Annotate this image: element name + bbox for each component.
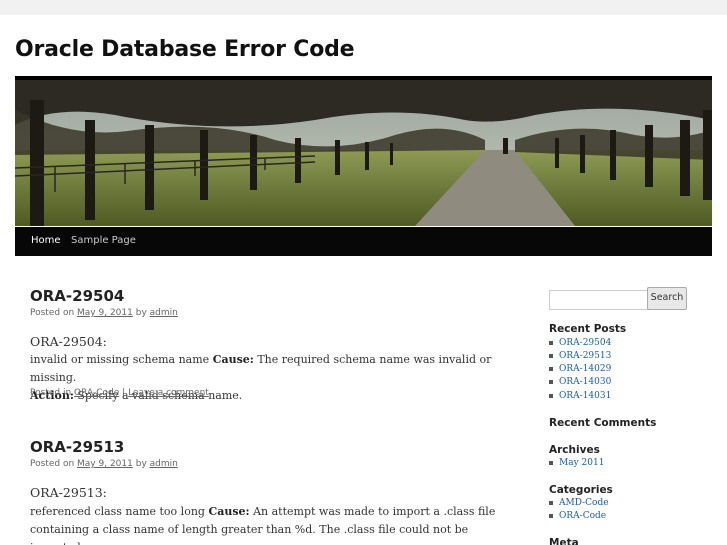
recent-posts-title: Recent Posts [549,323,627,335]
bullet-icon [549,460,553,465]
cause-text-cont: containing a class name of length greate… [30,523,469,545]
cause-label: Cause: [212,353,254,366]
error-text: invalid or missing schema name [30,353,210,366]
post-date-link[interactable]: May 9, 2011 [77,459,133,469]
header-banner-image [15,76,712,226]
by-label: by [135,459,147,469]
tree-lined-path-image [15,80,712,226]
bullet-icon [549,393,553,398]
category-link[interactable]: ORA-Code [559,511,606,521]
recent-comments-title: Recent Comments [549,417,657,429]
recent-post-link[interactable]: ORA-29513 [559,351,611,361]
author-link[interactable]: admin [150,459,178,469]
site-title[interactable]: Oracle Database Error Code [15,37,355,62]
archives-title: Archives [549,444,600,456]
posted-in-label: Posted in [30,388,72,398]
cause-text: An attempt was made to import a .class f… [253,505,496,518]
post-content: referenced class name too long Cause: An… [30,503,500,545]
bullet-icon [549,379,553,384]
cause-label: Cause: [208,505,250,518]
bullet-icon [549,366,553,371]
error-text: referenced class name too long [30,505,205,518]
recent-post-link[interactable]: ORA-14030 [559,377,611,387]
list-item: ORA-14031 [549,391,611,401]
by-label: by [135,308,147,318]
category-link[interactable]: ORA-Code [74,388,119,398]
recent-post-link[interactable]: ORA-14029 [559,364,611,374]
categories-title: Categories [549,484,613,496]
meta-separator: | [122,388,126,398]
post-footer-meta: Posted in ORA-Code | Leave a comment [30,388,209,398]
post-date-link[interactable]: May 9, 2011 [77,308,133,318]
author-link[interactable]: admin [150,308,178,318]
nav-home[interactable]: Home [31,235,61,246]
main-navigation: Home Sample Page [15,227,712,256]
list-item: AMD-Code [549,498,609,508]
leave-comment-link[interactable]: Leave a comment [128,388,209,398]
recent-post-link[interactable]: ORA-14031 [559,391,611,401]
list-item: ORA-29504 [549,338,611,348]
meta-title: Meta [549,537,579,545]
post-meta: Posted on May 9, 2011 by admin [30,459,178,469]
page: Oracle Database Error Code Home Sample P… [0,15,727,545]
list-item: May 2011 [549,458,604,468]
posted-on-label: Posted on [30,459,75,469]
search-input[interactable] [549,290,649,310]
search-button[interactable]: Search [647,287,687,310]
error-code: ORA-29513: [30,485,107,500]
recent-post-link[interactable]: ORA-29504 [559,338,611,348]
nav-sample-page[interactable]: Sample Page [71,235,136,246]
post-title[interactable]: ORA-29513 [30,438,124,456]
bullet-icon [549,513,553,518]
error-code: ORA-29504: [30,334,107,349]
bullet-icon [549,500,553,505]
post-meta: Posted on May 9, 2011 by admin [30,308,178,318]
bullet-icon [549,340,553,345]
list-item: ORA-14029 [549,364,611,374]
archive-link[interactable]: May 2011 [559,458,604,468]
category-link[interactable]: AMD-Code [559,498,609,508]
posted-on-label: Posted on [30,308,75,318]
list-item: ORA-29513 [549,351,611,361]
post-title[interactable]: ORA-29504 [30,287,124,305]
list-item: ORA-14030 [549,377,611,387]
bullet-icon [549,353,553,358]
list-item: ORA-Code [549,511,606,521]
